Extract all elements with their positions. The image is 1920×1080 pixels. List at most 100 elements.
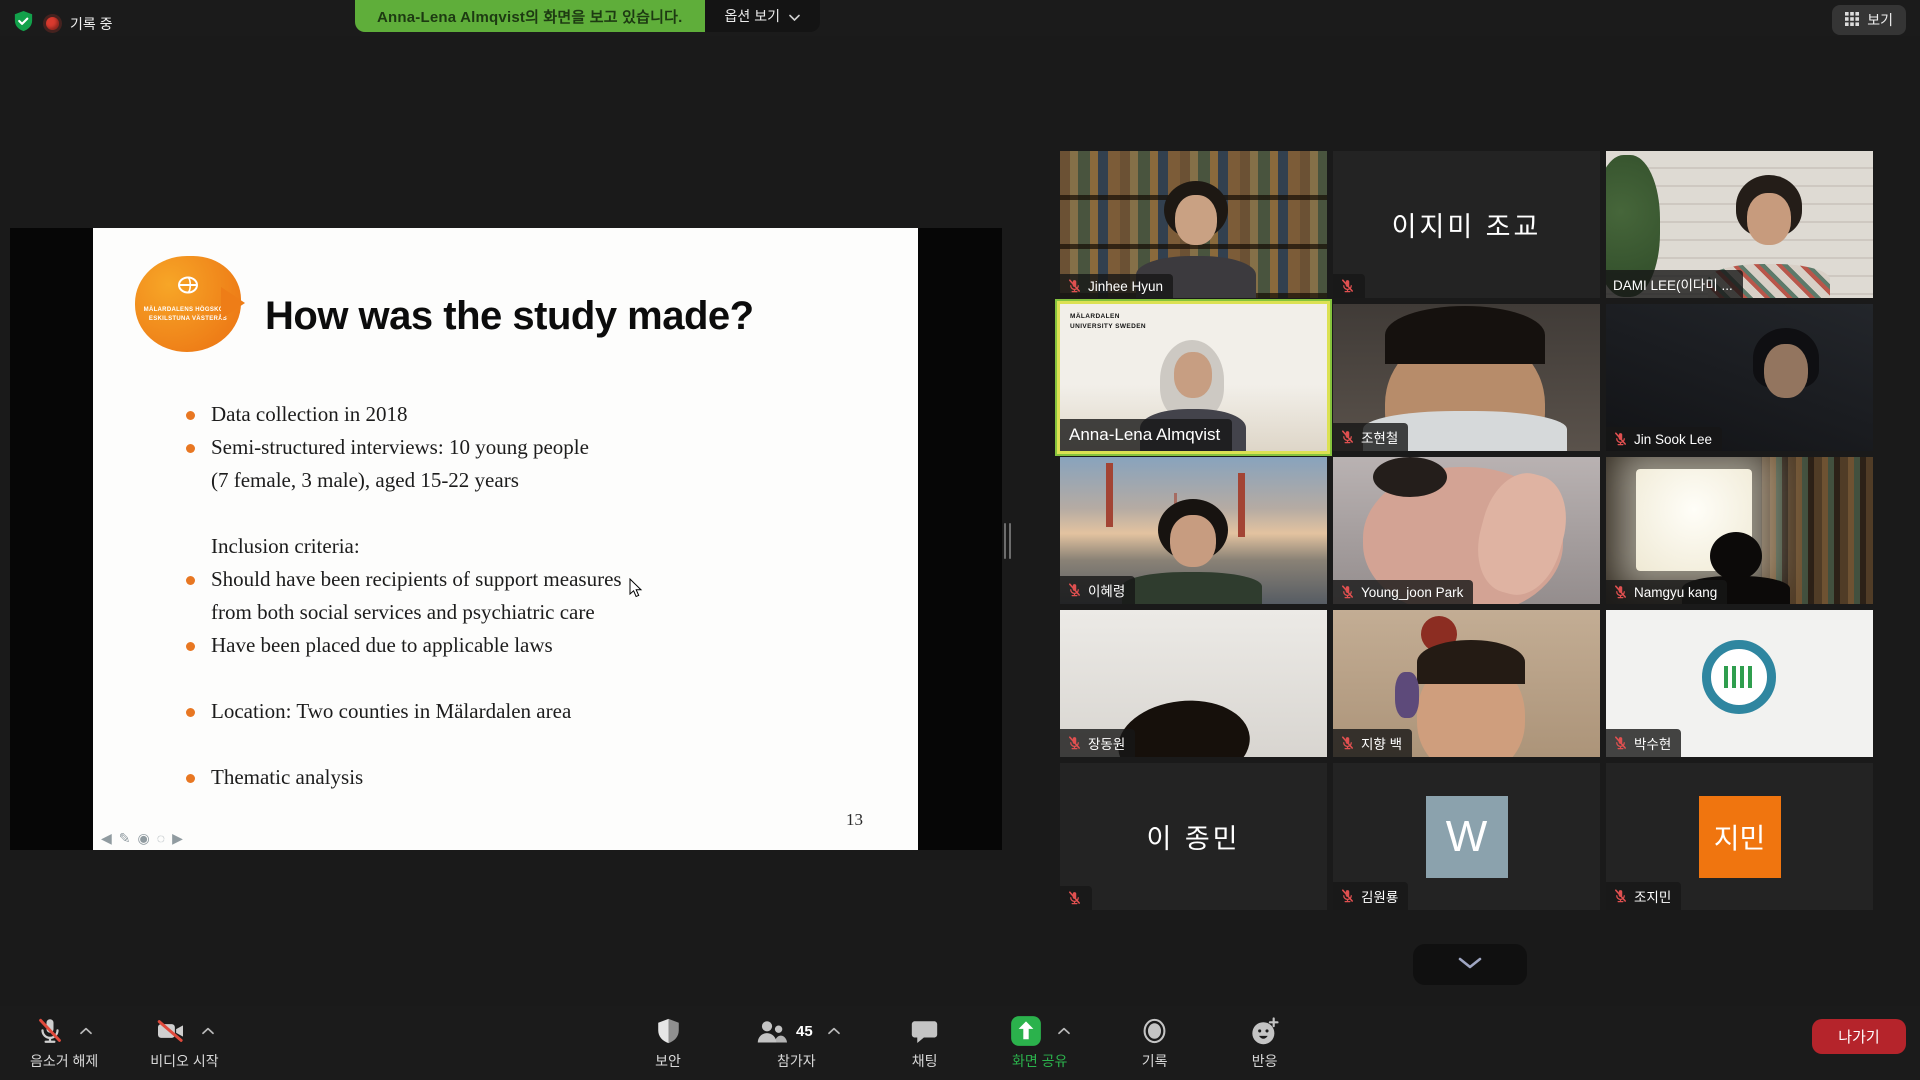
participant-tile-7[interactable]: 이혜령: [1060, 457, 1327, 604]
mic-muted-icon: [1340, 584, 1355, 600]
participant-tile-3[interactable]: DAMI LEE(이다미 ...: [1606, 151, 1873, 298]
toolbar-share-screen-button[interactable]: 화면 공유: [1009, 1013, 1071, 1071]
slide-bullet-line: Have been placed due to applicable laws: [181, 629, 801, 662]
participant-tile-12[interactable]: 1987 박수현: [1606, 610, 1873, 757]
participant-tile-9[interactable]: Namgyu kang: [1606, 457, 1873, 604]
toolbar-share-screen-label: 화면 공유: [1012, 1051, 1067, 1071]
slide-bullet-line: (7 female, 3 male), aged 15-22 years: [181, 464, 801, 497]
view-options-label: 옵션 보기: [725, 6, 780, 26]
participant-tile-4[interactable]: MÄLARDALEN UNIVERSITY SWEDEN Anna-Lena Al…: [1060, 304, 1327, 451]
video-muted-icon: [154, 1016, 187, 1046]
recording-status-label: 기록 중: [70, 14, 113, 34]
chevron-down-icon: [789, 8, 800, 24]
participants-count: 45: [796, 1023, 813, 1040]
mic-muted-icon: [1340, 735, 1355, 751]
participant-name-text: Anna-Lena Almqvist: [1069, 425, 1220, 445]
toolbar-center-group: 보안 45참가자 채팅화면 공유 기록반응: [642, 1013, 1291, 1071]
tile-university-logo-text: MÄLARDALEN UNIVERSITY SWEDEN: [1070, 312, 1148, 332]
participant-name-label: Anna-Lena Almqvist: [1060, 419, 1232, 451]
participant-name-text: 조현철: [1361, 427, 1398, 447]
participant-name-label: 조현철: [1333, 423, 1408, 451]
participant-name-text: 이혜령: [1088, 580, 1125, 600]
toolbar-record-button[interactable]: 기록: [1129, 1013, 1181, 1071]
avatar: W: [1426, 796, 1508, 878]
toolbar-security-label: 보안: [655, 1051, 681, 1071]
participant-tile-14[interactable]: W 김원룡: [1333, 763, 1600, 910]
participant-name-text: Jin Sook Lee: [1634, 432, 1712, 447]
toolbar-reactions-button[interactable]: 반응: [1239, 1013, 1291, 1071]
mic-muted-icon: [1340, 888, 1355, 904]
participant-name-label: 김원룡: [1333, 882, 1408, 910]
chevron-down-icon: [1458, 956, 1482, 974]
leave-button[interactable]: 나가기: [1812, 1019, 1906, 1054]
logo-caption: 1987: [1606, 707, 1873, 714]
university-emblem-icon: [175, 274, 201, 301]
participant-name-text: Young_joon Park: [1361, 585, 1463, 600]
toolbar-chat-button[interactable]: 채팅: [899, 1013, 951, 1071]
participant-name-text: 조지민: [1634, 886, 1671, 906]
participant-tile-1[interactable]: Jinhee Hyun: [1060, 151, 1327, 298]
participant-name-center: 이지미 조교: [1333, 151, 1600, 298]
shield-icon: [654, 1016, 683, 1046]
prev-arrow-icon: ◀: [101, 830, 119, 846]
participant-name-label: Namgyu kang: [1606, 580, 1727, 604]
slide-spacer: [181, 728, 801, 761]
slide-bullet-line: Data collection in 2018: [181, 398, 801, 431]
slide-spacer: [181, 497, 801, 530]
participant-name-label: 지향 백: [1333, 729, 1412, 757]
participant-name-label: [1333, 274, 1365, 298]
toolbar-participants-button[interactable]: 45참가자: [752, 1013, 841, 1071]
shared-screen-area: MÄLARDALENS HÖGSKOLA ESKILSTUNA VÄSTERÅS…: [10, 228, 1002, 850]
participant-name-label: 장동원: [1060, 729, 1135, 757]
view-options-button[interactable]: 옵션 보기: [705, 0, 820, 32]
mic-muted-icon: [1613, 584, 1628, 600]
grid-view-icon: [1845, 12, 1859, 29]
participant-name-label: [1060, 886, 1092, 910]
participant-name-label: 박수현: [1606, 729, 1681, 757]
participants-icon: [752, 1017, 789, 1046]
mic-muted-icon: [1340, 429, 1355, 445]
panel-resize-handle[interactable]: [1004, 523, 1014, 559]
gallery-collapse-button[interactable]: [1413, 944, 1527, 985]
slide-title: How was the study made?: [265, 294, 754, 339]
security-shield-icon: [12, 8, 35, 39]
slide-text: Inclusion criteria:: [211, 530, 360, 563]
participant-name-label: 조지민: [1606, 882, 1681, 910]
participant-tile-8[interactable]: Young_joon Park: [1333, 457, 1600, 604]
slide-page-number: 13: [846, 810, 863, 830]
participant-tile-2[interactable]: 이지미 조교: [1333, 151, 1600, 298]
toolbar-unmute-button[interactable]: 음소거 해제: [30, 1013, 98, 1071]
share-screen-icon: [1009, 1014, 1043, 1048]
participant-tile-5[interactable]: 조현철: [1333, 304, 1600, 451]
participant-name-text: Jinhee Hyun: [1088, 279, 1163, 294]
slide-text: Should have been recipients of support m…: [211, 563, 622, 629]
participant-tile-15[interactable]: 지민조지민: [1606, 763, 1873, 910]
pen-icon: ✎: [119, 830, 138, 846]
participant-name-label: Young_joon Park: [1333, 580, 1473, 604]
top-bar: 기록 중 Anna-Lena Almqvist의 화면을 보고 있습니다. 옵션…: [0, 0, 1920, 36]
participant-tile-6[interactable]: Jin Sook Lee: [1606, 304, 1873, 451]
mic-muted-icon: [35, 1016, 65, 1046]
slide-text: (7 female, 3 male), aged 15-22 years: [211, 464, 519, 497]
view-button[interactable]: 보기: [1832, 5, 1906, 35]
participant-tile-10[interactable]: 장동원: [1060, 610, 1327, 757]
toolbar-start-video-button[interactable]: 비디오 시작: [150, 1013, 218, 1071]
meeting-toolbar: 음소거 해제비디오 시작 보안 45참가자 채팅화면 공유 기록반응 나가기: [0, 1006, 1920, 1080]
participant-name-text: 장동원: [1088, 733, 1125, 753]
mic-muted-icon: [1613, 431, 1628, 447]
presentation-slide: MÄLARDALENS HÖGSKOLA ESKILSTUNA VÄSTERÅS…: [93, 228, 918, 850]
participant-tile-11[interactable]: 지향 백: [1333, 610, 1600, 757]
chevron-up-icon[interactable]: [201, 1027, 215, 1035]
chevron-up-icon[interactable]: [79, 1027, 93, 1035]
toolbar-reactions-label: 반응: [1252, 1051, 1278, 1071]
chevron-up-icon[interactable]: [827, 1027, 841, 1035]
viewing-banner: Anna-Lena Almqvist의 화면을 보고 있습니다. 옵션 보기: [355, 0, 820, 32]
toolbar-start-video-label: 비디오 시작: [150, 1051, 218, 1071]
toolbar-security-button[interactable]: 보안: [642, 1013, 694, 1071]
mic-muted-icon: [1340, 278, 1355, 294]
participant-tile-13[interactable]: 이 종민: [1060, 763, 1327, 910]
participant-name-label: DAMI LEE(이다미 ...: [1606, 270, 1743, 298]
chevron-up-icon[interactable]: [1057, 1027, 1071, 1035]
university-logo-text: MÄLARDALENS HÖGSKOLA ESKILSTUNA VÄSTERÅS: [135, 306, 241, 324]
slide-bullet-line: Thematic analysis: [181, 761, 801, 794]
